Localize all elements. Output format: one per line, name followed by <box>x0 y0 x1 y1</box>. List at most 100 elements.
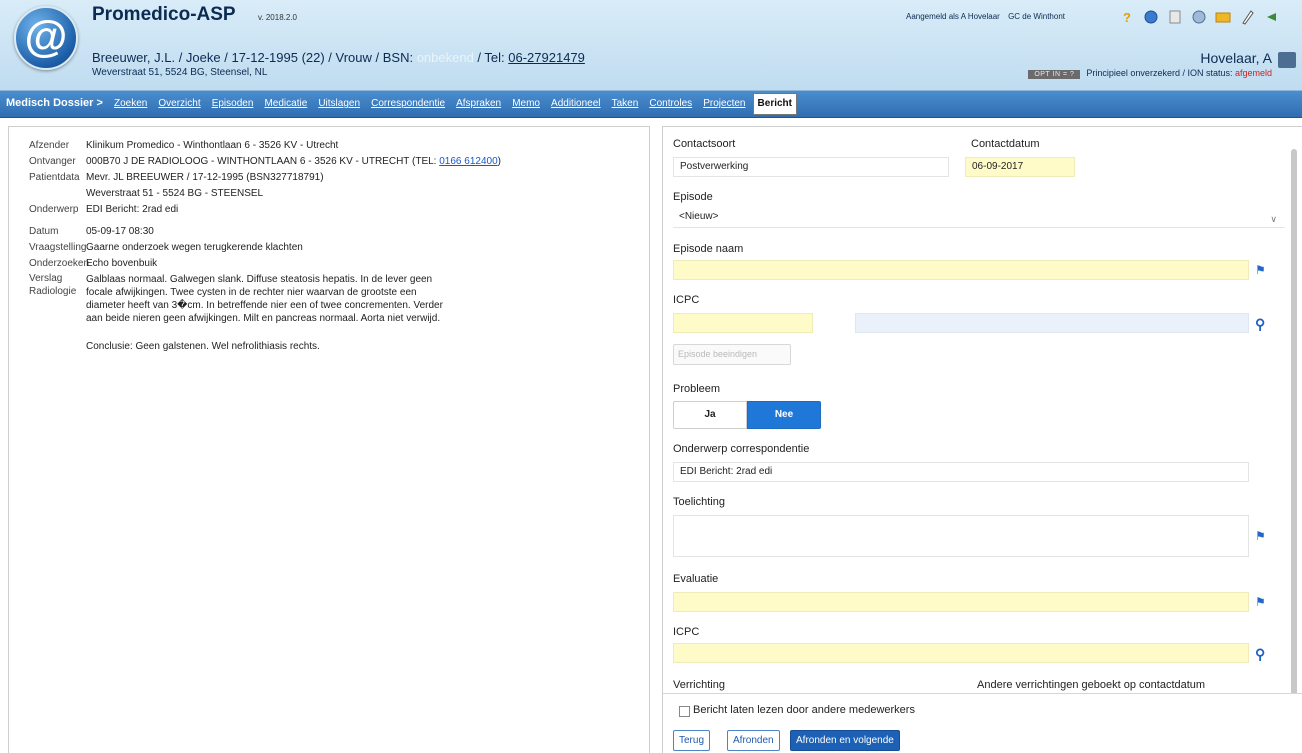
onderwerp-label: Onderwerp <box>29 204 79 215</box>
nav-uitslagen[interactable]: Uitslagen <box>314 92 364 116</box>
verrichting-label: Verrichting <box>673 679 725 691</box>
nav-memo[interactable]: Memo <box>508 92 544 116</box>
verslag-text: Galblaas normaal. Galwegen slank. Diffus… <box>86 274 443 324</box>
patient-address-value: Weverstraat 51 - 5524 BG - STEENSEL <box>86 188 264 199</box>
nav-controles[interactable]: Controles <box>645 92 696 116</box>
flag-icon[interactable]: ⚑ <box>1255 596 1269 608</box>
onderwerp-correspondentie-label: Onderwerp correspondentie <box>673 443 810 455</box>
toelichting-field[interactable] <box>673 515 1249 557</box>
back-icon[interactable] <box>1262 8 1280 26</box>
conclusie-text: Conclusie: Geen galstenen. Wel nefrolith… <box>86 341 320 352</box>
settings-icon[interactable] <box>1190 8 1208 26</box>
onderwerp-value: EDI Bericht: 2rad edi <box>86 204 179 215</box>
app-logo-icon: @ <box>14 6 78 70</box>
nav-bericht[interactable]: Bericht <box>752 93 797 115</box>
message-field-row: Onderzoeken Echo bovenbuik <box>29 256 501 272</box>
document-icon[interactable] <box>1166 8 1184 26</box>
flag-icon[interactable]: ⚑ <box>1255 530 1269 542</box>
scrollbar-thumb[interactable] <box>1291 149 1297 709</box>
main-nav: Medisch Dossier > Zoeken Overzicht Episo… <box>0 91 1302 118</box>
episode-select[interactable]: <Nieuw> ∨ <box>673 208 1285 228</box>
contactdatum-field[interactable]: 06-09-2017 <box>965 157 1075 177</box>
probleem-toggle: Ja Nee <box>673 401 821 429</box>
pen-icon[interactable] <box>1238 8 1256 26</box>
patient-bsn: onbekend <box>416 50 474 65</box>
nav-taken[interactable]: Taken <box>608 92 643 116</box>
evaluatie-field[interactable] <box>673 592 1249 612</box>
ontvanger-value: 000B70 J DE RADIOLOOG - WINTHONTLAAN 6 -… <box>86 154 501 170</box>
form-footer: Bericht laten lezen door andere medewerk… <box>663 693 1302 753</box>
vraagstelling-value: Gaarne onderzoek wegen terugkerende klac… <box>86 242 303 253</box>
terug-button[interactable]: Terug <box>673 730 711 751</box>
ion-status: afgemeld <box>1234 68 1272 78</box>
episode-label: Episode <box>673 191 713 203</box>
ontvanger-label: Ontvanger <box>29 156 76 167</box>
app-header: @ Promedico-ASP v. 2018.2.0 Breeuwer, J.… <box>0 0 1302 91</box>
message-panel: Afzender Klinikum Promedico - Winthontla… <box>8 126 650 753</box>
ontvanger-tel-link[interactable]: 0166 612400 <box>439 156 497 167</box>
evaluatie-label: Evaluatie <box>673 573 719 585</box>
help-icon[interactable]: ? <box>1118 8 1136 26</box>
printer-icon[interactable] <box>1278 52 1296 68</box>
tel-label: / Tel: <box>473 50 509 65</box>
message-field-row: Ontvanger 000B70 J DE RADIOLOOG - WINTHO… <box>29 154 501 170</box>
logged-in-text: Aangemeld als A Hovelaar <box>906 12 1000 21</box>
search-icon[interactable]: ⚲ <box>1255 647 1269 661</box>
datum-value: 05-09-17 08:30 <box>86 226 154 237</box>
nav-additioneel[interactable]: Additioneel <box>547 92 604 116</box>
verslag-label-line2: Radiologie <box>29 286 77 297</box>
datum-label: Datum <box>29 226 59 237</box>
episode-selected-value: <Nieuw> <box>679 211 719 222</box>
nav-afspraken[interactable]: Afspraken <box>452 92 505 116</box>
folder-icon[interactable] <box>1214 8 1232 26</box>
form-scrollbar[interactable] <box>1290 133 1300 709</box>
afronden-button[interactable]: Afronden <box>727 730 780 751</box>
icpc-evaluatie-label: ICPC <box>673 626 700 638</box>
nav-overzicht[interactable]: Overzicht <box>154 92 204 116</box>
contactsoort-field[interactable]: Postverwerking <box>673 157 949 177</box>
current-user-name: Hovelaar, A <box>1200 50 1272 66</box>
patient-info-line: Breeuwer, J.L. / Joeke / 17-12-1995 (22)… <box>92 50 585 65</box>
read-by-others-label: Bericht laten lezen door andere medewerk… <box>693 704 915 716</box>
nav-medisch-dossier[interactable]: Medisch Dossier > <box>2 91 107 115</box>
globe-icon[interactable] <box>1142 8 1160 26</box>
episode-beeindigen-button[interactable]: Episode beeindigen <box>673 344 791 365</box>
message-content: Afzender Klinikum Promedico - Winthontla… <box>29 138 501 355</box>
header-toolbar: ? <box>1118 8 1280 26</box>
ontvanger-text: 000B70 J DE RADIOLOOG - WINTHONTLAAN 6 -… <box>86 156 440 167</box>
onderzoeken-label: Onderzoeken <box>29 258 90 269</box>
nav-zoeken[interactable]: Zoeken <box>110 92 151 116</box>
message-field-row: Onderwerp EDI Bericht: 2rad edi <box>29 202 501 218</box>
search-icon[interactable]: ⚲ <box>1255 317 1269 331</box>
message-field-row: Patientdata Mevr. JL BREEUWER / 17-12-19… <box>29 170 501 186</box>
episode-naam-label: Episode naam <box>673 243 744 255</box>
patientdata-value: Mevr. JL BREEUWER / 17-12-1995 (BSN32771… <box>86 172 324 183</box>
onderwerp-correspondentie-field[interactable]: EDI Bericht: 2rad edi <box>673 462 1249 482</box>
nav-correspondentie[interactable]: Correspondentie <box>367 92 449 116</box>
icpc-label: ICPC <box>673 294 700 306</box>
nav-episoden[interactable]: Episoden <box>208 92 258 116</box>
probleem-label: Probleem <box>673 383 721 395</box>
app-version: v. 2018.2.0 <box>258 13 297 22</box>
patient-tel-link[interactable]: 06-27921479 <box>508 50 585 65</box>
read-by-others-checkbox[interactable] <box>679 706 690 717</box>
nav-projecten[interactable]: Projecten <box>699 92 749 116</box>
insurance-status: OPT IN = ? Principieel onverzekerd / ION … <box>1028 68 1272 79</box>
patientdata-label: Patientdata <box>29 172 80 183</box>
empty-label <box>29 186 86 202</box>
form-panel: Contactsoort Postverwerking Contactdatum… <box>662 126 1302 753</box>
icpc-code-field[interactable] <box>673 313 813 333</box>
flag-icon[interactable]: ⚑ <box>1255 264 1269 276</box>
probleem-nee-option[interactable]: Nee <box>747 401 821 429</box>
probleem-ja-option[interactable]: Ja <box>673 401 747 429</box>
nav-medicatie[interactable]: Medicatie <box>260 92 311 116</box>
message-field-row: Verslag Radiologie Galblaas normaal. Gal… <box>29 272 501 355</box>
patient-address: Weverstraat 51, 5524 BG, Steensel, NL <box>92 67 268 78</box>
chevron-down-icon: ∨ <box>1270 214 1277 224</box>
icpc-evaluatie-field[interactable] <box>673 643 1249 663</box>
afzender-label: Afzender <box>29 140 70 151</box>
afronden-en-volgende-button[interactable]: Afronden en volgende <box>790 730 900 751</box>
message-field-row: Weverstraat 51 - 5524 BG - STEENSEL <box>29 186 501 202</box>
icpc-description-field[interactable] <box>855 313 1249 333</box>
episode-naam-field[interactable] <box>673 260 1249 280</box>
